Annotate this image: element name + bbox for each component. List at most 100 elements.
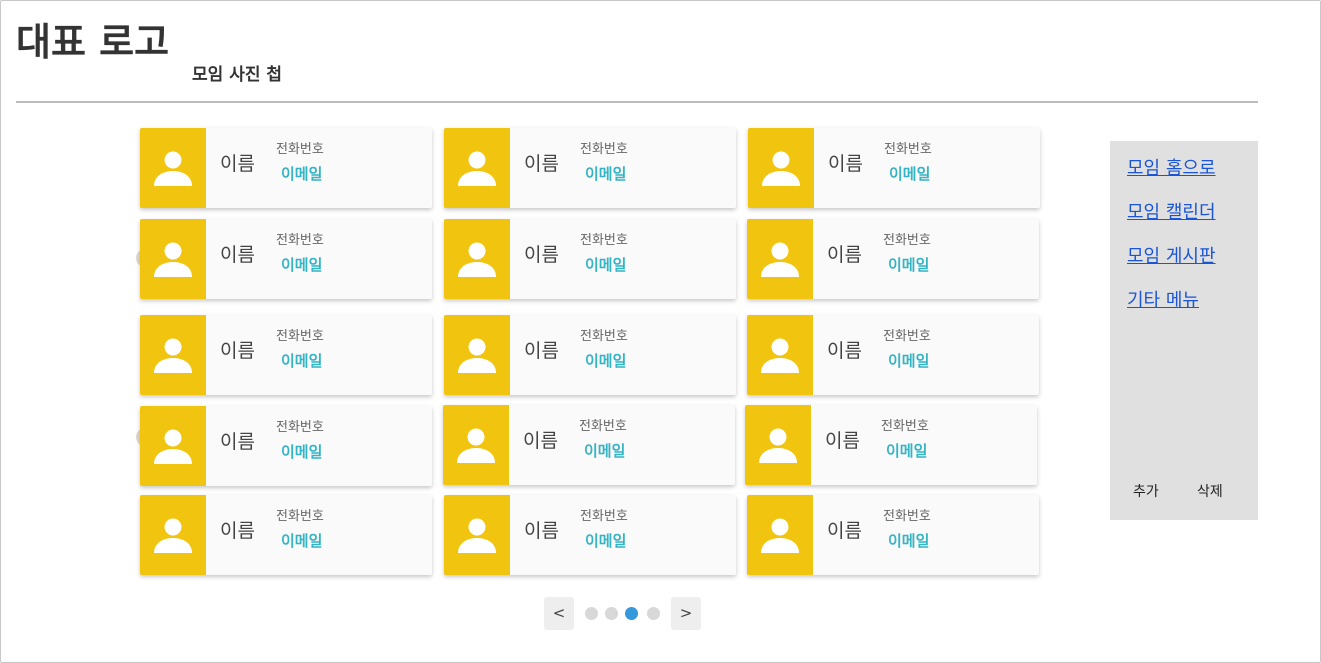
sidebar-link-other-menu[interactable]: 기타 메뉴 (1127, 289, 1199, 313)
delete-button[interactable]: 삭제 (1197, 483, 1223, 501)
avatar (140, 219, 206, 299)
user-icon (759, 428, 797, 463)
member-phone: 전화번호 (276, 509, 324, 524)
add-button[interactable]: 추가 (1133, 483, 1159, 501)
member-name: 이름 (220, 153, 255, 175)
next-page-button[interactable]: > (671, 597, 701, 630)
member-card[interactable]: 이름 전화번호 이메일 (443, 405, 735, 485)
avatar (748, 128, 814, 208)
page-dot[interactable] (647, 607, 660, 620)
member-card[interactable]: 이름 전화번호 이메일 (745, 405, 1037, 485)
member-phone: 전화번호 (276, 233, 324, 248)
member-phone: 전화번호 (276, 142, 324, 157)
member-email[interactable]: 이메일 (585, 255, 626, 275)
member-name: 이름 (220, 431, 255, 453)
header-divider (16, 101, 1258, 103)
user-icon (154, 429, 192, 464)
member-name: 이름 (524, 244, 559, 266)
member-phone: 전화번호 (276, 420, 324, 435)
member-email[interactable]: 이메일 (585, 164, 626, 184)
member-card[interactable]: 이름 전화번호 이메일 (747, 495, 1039, 575)
page-dot[interactable] (585, 607, 598, 620)
page-dot[interactable] (605, 607, 618, 620)
avatar (444, 219, 510, 299)
avatar (444, 495, 510, 575)
avatar (747, 495, 813, 575)
member-email[interactable]: 이메일 (584, 441, 625, 461)
member-phone: 전화번호 (580, 142, 628, 157)
member-card[interactable]: 이름 전화번호 이메일 (444, 219, 736, 299)
member-name: 이름 (524, 153, 559, 175)
member-name: 이름 (220, 340, 255, 362)
user-icon (458, 151, 496, 186)
user-icon (458, 338, 496, 373)
member-email[interactable]: 이메일 (888, 531, 929, 551)
member-name: 이름 (220, 520, 255, 542)
member-card[interactable]: 이름 전화번호 이메일 (748, 128, 1040, 208)
member-name: 이름 (827, 520, 862, 542)
avatar (747, 315, 813, 395)
member-email[interactable]: 이메일 (888, 351, 929, 371)
member-card[interactable]: 이름 전화번호 이메일 (140, 219, 432, 299)
member-email[interactable]: 이메일 (585, 531, 626, 551)
member-name: 이름 (524, 520, 559, 542)
avatar (444, 128, 510, 208)
avatar (140, 128, 206, 208)
page-dot-active[interactable] (625, 607, 638, 620)
member-email[interactable]: 이메일 (585, 351, 626, 371)
member-email[interactable]: 이메일 (888, 255, 929, 275)
sidebar-link-calendar[interactable]: 모임 캘린더 (1127, 201, 1216, 225)
member-name: 이름 (825, 430, 860, 452)
member-name: 이름 (828, 153, 863, 175)
member-card[interactable]: 이름 전화번호 이메일 (140, 315, 432, 395)
user-icon (154, 242, 192, 277)
member-phone: 전화번호 (883, 233, 931, 248)
user-icon (457, 428, 495, 463)
page-title: 모임 사진 첩 (192, 65, 283, 85)
avatar (444, 315, 510, 395)
member-card[interactable]: 이름 전화번호 이메일 (747, 219, 1039, 299)
member-card[interactable]: 이름 전화번호 이메일 (444, 315, 736, 395)
member-phone: 전화번호 (883, 509, 931, 524)
member-phone: 전화번호 (884, 142, 932, 157)
member-name: 이름 (827, 340, 862, 362)
member-name: 이름 (220, 244, 255, 266)
member-email[interactable]: 이메일 (281, 351, 322, 371)
user-icon (458, 242, 496, 277)
avatar (140, 406, 206, 486)
member-email[interactable]: 이메일 (281, 531, 322, 551)
avatar (747, 219, 813, 299)
prev-page-button[interactable]: < (544, 597, 574, 630)
member-name: 이름 (523, 430, 558, 452)
avatar (140, 495, 206, 575)
member-email[interactable]: 이메일 (889, 164, 930, 184)
member-card[interactable]: 이름 전화번호 이메일 (140, 406, 432, 486)
site-logo[interactable]: 대표 로고 (16, 18, 169, 66)
user-icon (458, 518, 496, 553)
user-icon (154, 338, 192, 373)
sidebar-link-board[interactable]: 모임 게시판 (1127, 245, 1216, 269)
sidebar-link-home[interactable]: 모임 홈으로 (1127, 157, 1216, 181)
avatar (745, 405, 811, 485)
user-icon (761, 338, 799, 373)
member-name: 이름 (524, 340, 559, 362)
member-phone: 전화번호 (579, 419, 627, 434)
member-card[interactable]: 이름 전화번호 이메일 (444, 495, 736, 575)
user-icon (761, 242, 799, 277)
sidebar: 모임 홈으로 모임 캘린더 모임 게시판 기타 메뉴 추가 삭제 (1110, 141, 1258, 520)
user-icon (762, 151, 800, 186)
member-card[interactable]: 이름 전화번호 이메일 (444, 128, 736, 208)
member-card[interactable]: 이름 전화번호 이메일 (747, 315, 1039, 395)
member-phone: 전화번호 (881, 419, 929, 434)
member-card[interactable]: 이름 전화번호 이메일 (140, 495, 432, 575)
user-icon (154, 518, 192, 553)
member-phone: 전화번호 (580, 233, 628, 248)
member-email[interactable]: 이메일 (281, 164, 322, 184)
user-icon (154, 151, 192, 186)
member-email[interactable]: 이메일 (281, 255, 322, 275)
avatar (140, 315, 206, 395)
member-card[interactable]: 이름 전화번호 이메일 (140, 128, 432, 208)
member-email[interactable]: 이메일 (281, 442, 322, 462)
member-phone: 전화번호 (276, 329, 324, 344)
member-email[interactable]: 이메일 (886, 441, 927, 461)
